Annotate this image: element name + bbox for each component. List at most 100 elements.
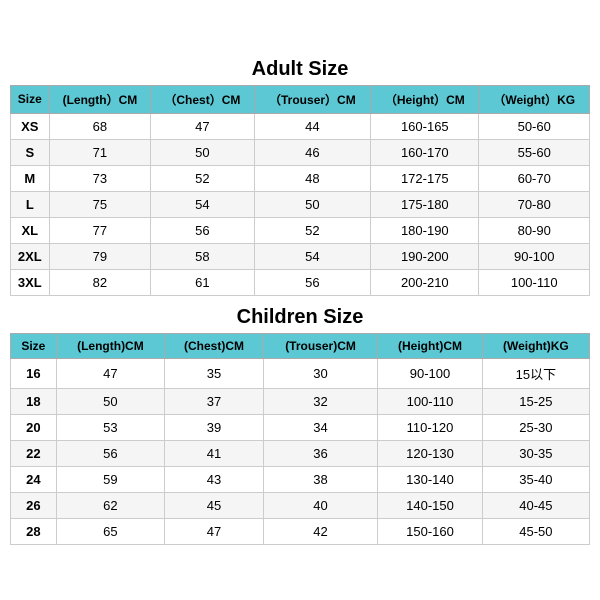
table-row: S715046160-17055-60 <box>11 139 590 165</box>
table-cell: 20 <box>11 414 57 440</box>
table-cell: 53 <box>56 414 164 440</box>
table-cell: 120-130 <box>378 440 483 466</box>
table-cell: 71 <box>49 139 151 165</box>
table-cell: 46 <box>254 139 371 165</box>
table-cell: 75 <box>49 191 151 217</box>
table-cell: 26 <box>11 492 57 518</box>
children-col-header: (Height)CM <box>378 333 483 358</box>
table-cell: 41 <box>165 440 264 466</box>
table-cell: 200-210 <box>371 269 479 295</box>
table-row: L755450175-18070-80 <box>11 191 590 217</box>
children-header-row: Size(Length)CM(Chest)CM(Trouser)CM(Heigh… <box>11 333 590 358</box>
table-cell: 61 <box>151 269 254 295</box>
children-section: Children Size Size(Length)CM(Chest)CM(Tr… <box>10 300 590 545</box>
table-cell: L <box>11 191 50 217</box>
table-cell: 50 <box>254 191 371 217</box>
table-cell: 45-50 <box>482 518 589 544</box>
table-cell: 18 <box>11 388 57 414</box>
table-cell: 150-160 <box>378 518 483 544</box>
table-row: XL775652180-19080-90 <box>11 217 590 243</box>
table-cell: 100-110 <box>479 269 590 295</box>
adult-section: Adult Size Size(Length）CM（Chest）CM（Trous… <box>10 52 590 296</box>
table-cell: 100-110 <box>378 388 483 414</box>
table-cell: 42 <box>263 518 377 544</box>
table-cell: 60-70 <box>479 165 590 191</box>
table-cell: 47 <box>56 358 164 388</box>
table-cell: 90-100 <box>479 243 590 269</box>
children-col-header: Size <box>11 333 57 358</box>
table-cell: 52 <box>254 217 371 243</box>
table-cell: 2XL <box>11 243 50 269</box>
table-cell: 54 <box>254 243 371 269</box>
table-cell: 47 <box>165 518 264 544</box>
table-row: 3XL826156200-210100-110 <box>11 269 590 295</box>
table-cell: 56 <box>56 440 164 466</box>
adult-col-header: （Chest）CM <box>151 85 254 113</box>
table-row: 1647353090-10015以下 <box>11 358 590 388</box>
adult-col-header: (Length）CM <box>49 85 151 113</box>
table-cell: 68 <box>49 113 151 139</box>
table-cell: 79 <box>49 243 151 269</box>
children-thead: Size(Length)CM(Chest)CM(Trouser)CM(Heigh… <box>11 333 590 358</box>
table-cell: 62 <box>56 492 164 518</box>
table-cell: 15-25 <box>482 388 589 414</box>
adult-col-header: （Weight）KG <box>479 85 590 113</box>
table-cell: 50-60 <box>479 113 590 139</box>
table-cell: 77 <box>49 217 151 243</box>
table-cell: 56 <box>151 217 254 243</box>
table-cell: 44 <box>254 113 371 139</box>
table-row: 18503732100-11015-25 <box>11 388 590 414</box>
table-cell: 82 <box>49 269 151 295</box>
table-cell: S <box>11 139 50 165</box>
table-row: 2XL795854190-20090-100 <box>11 243 590 269</box>
table-cell: 160-165 <box>371 113 479 139</box>
table-cell: 175-180 <box>371 191 479 217</box>
table-cell: 90-100 <box>378 358 483 388</box>
table-row: 22564136120-13030-35 <box>11 440 590 466</box>
adult-col-header: Size <box>11 85 50 113</box>
adult-col-header: （Trouser）CM <box>254 85 371 113</box>
table-cell: XS <box>11 113 50 139</box>
table-cell: 130-140 <box>378 466 483 492</box>
table-cell: 65 <box>56 518 164 544</box>
adult-thead: Size(Length）CM（Chest）CM（Trouser）CM（Heigh… <box>11 85 590 113</box>
size-chart-container: Adult Size Size(Length）CM（Chest）CM（Trous… <box>10 52 590 549</box>
adult-col-header: （Height）CM <box>371 85 479 113</box>
children-table: Size(Length)CM(Chest)CM(Trouser)CM(Heigh… <box>10 333 590 545</box>
table-row: 28654742150-16045-50 <box>11 518 590 544</box>
table-cell: 59 <box>56 466 164 492</box>
table-cell: 45 <box>165 492 264 518</box>
table-row: 26624540140-15040-45 <box>11 492 590 518</box>
table-cell: 24 <box>11 466 57 492</box>
table-cell: 172-175 <box>371 165 479 191</box>
table-cell: M <box>11 165 50 191</box>
table-cell: 47 <box>151 113 254 139</box>
table-cell: 73 <box>49 165 151 191</box>
table-cell: 22 <box>11 440 57 466</box>
table-row: XS684744160-16550-60 <box>11 113 590 139</box>
table-cell: 52 <box>151 165 254 191</box>
children-col-header: (Length)CM <box>56 333 164 358</box>
table-cell: 3XL <box>11 269 50 295</box>
table-cell: 16 <box>11 358 57 388</box>
table-cell: 50 <box>151 139 254 165</box>
table-cell: 55-60 <box>479 139 590 165</box>
table-cell: 70-80 <box>479 191 590 217</box>
children-col-header: (Chest)CM <box>165 333 264 358</box>
table-row: 20533934110-12025-30 <box>11 414 590 440</box>
table-row: 24594338130-14035-40 <box>11 466 590 492</box>
table-cell: 180-190 <box>371 217 479 243</box>
table-cell: 32 <box>263 388 377 414</box>
adult-table: Size(Length）CM（Chest）CM（Trouser）CM（Heigh… <box>10 85 590 296</box>
table-cell: 140-150 <box>378 492 483 518</box>
table-cell: 30-35 <box>482 440 589 466</box>
table-cell: 36 <box>263 440 377 466</box>
table-cell: 80-90 <box>479 217 590 243</box>
table-cell: 38 <box>263 466 377 492</box>
table-row: M735248172-17560-70 <box>11 165 590 191</box>
children-col-header: (Trouser)CM <box>263 333 377 358</box>
table-cell: 40 <box>263 492 377 518</box>
children-tbody: 1647353090-10015以下18503732100-11015-2520… <box>11 358 590 544</box>
table-cell: 35-40 <box>482 466 589 492</box>
table-cell: 58 <box>151 243 254 269</box>
